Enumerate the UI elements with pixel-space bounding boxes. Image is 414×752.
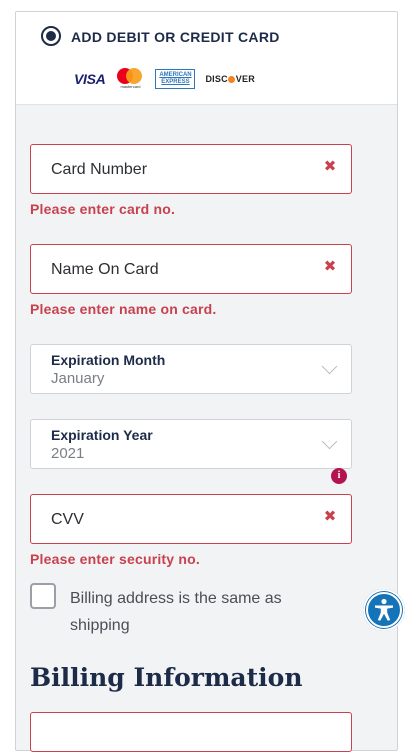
billing-same-checkbox[interactable] — [30, 583, 56, 609]
name-on-card-error: Please enter name on card. — [30, 301, 217, 317]
accessibility-icon — [366, 592, 402, 628]
chevron-down-icon — [321, 433, 338, 450]
name-on-card-placeholder: Name On Card — [51, 261, 159, 278]
expiration-year-value: 2021 — [51, 445, 85, 462]
mastercard-logo: mastercard — [115, 68, 145, 90]
card-option-label[interactable]: ADD DEBIT OR CREDIT CARD — [71, 29, 280, 45]
accessibility-button[interactable] — [363, 589, 405, 631]
card-number-error: Please enter card no. — [30, 201, 176, 217]
amex-logo: AMERICAN EXPRESS — [155, 69, 196, 89]
close-icon: ✖ — [323, 158, 337, 175]
expiration-year-select[interactable]: Expiration Year 2021 — [30, 419, 352, 469]
expiration-month-label: Expiration Month — [51, 352, 166, 368]
payment-option-header[interactable]: ADD DEBIT OR CREDIT CARD VISA mastercard… — [16, 12, 397, 105]
expiration-month-select[interactable]: Expiration Month January — [30, 344, 352, 394]
card-number-placeholder: Card Number — [51, 161, 148, 178]
name-on-card-field[interactable]: Name On Card ✖ — [30, 244, 352, 294]
cvv-field[interactable]: CVV ✖ — [30, 494, 352, 544]
close-icon: ✖ — [323, 258, 337, 275]
card-brand-logos: VISA mastercard AMERICAN EXPRESS DISC VER — [74, 68, 255, 90]
close-icon: ✖ — [323, 508, 337, 525]
card-option-radio[interactable] — [41, 26, 61, 46]
expiration-month-value: January — [51, 370, 105, 387]
chevron-down-icon — [321, 358, 338, 375]
billing-same-label[interactable]: Billing address is the same as shipping — [70, 585, 300, 639]
cvv-placeholder: CVV — [51, 511, 84, 528]
info-icon[interactable]: i — [331, 468, 347, 484]
discover-logo: DISC VER — [205, 74, 255, 84]
billing-first-field[interactable] — [30, 712, 352, 752]
visa-logo: VISA — [74, 71, 106, 87]
billing-information-heading: Billing Information — [30, 663, 303, 692]
card-number-field[interactable]: Card Number ✖ — [30, 144, 352, 194]
expiration-year-label: Expiration Year — [51, 427, 153, 443]
cvv-error: Please enter security no. — [30, 551, 200, 567]
